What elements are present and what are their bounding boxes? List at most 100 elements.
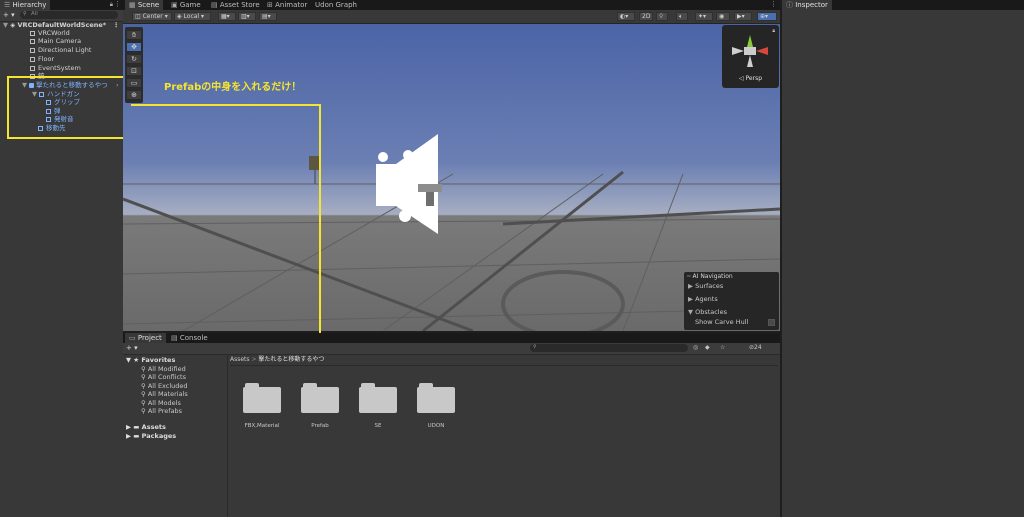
- favorite-item[interactable]: ⚲ All Excluded: [141, 382, 188, 390]
- favorites-header[interactable]: ▼ ★ Favorites: [126, 356, 175, 364]
- favorite-item[interactable]: ⚲ All Modified: [141, 365, 186, 373]
- pivot-dropdown[interactable]: ◫ Center ▾: [132, 12, 172, 21]
- hidden-packages-icon[interactable]: ⊘24: [749, 344, 762, 351]
- tab-console[interactable]: ▤ Console: [167, 333, 212, 343]
- search-icon: ⚲: [141, 407, 148, 415]
- create-asset-button[interactable]: + ▾: [126, 344, 138, 352]
- ai-nav-obstacles[interactable]: ▼ Obstacles: [688, 308, 727, 316]
- rotate-tool-button[interactable]: ↻: [127, 55, 141, 64]
- folder-icon: ▬: [133, 432, 142, 440]
- 2d-toggle[interactable]: 2D: [639, 12, 653, 21]
- annotation-text: Prefabの中身を入れるだけ！: [164, 82, 302, 93]
- gameobject-icon: [30, 31, 35, 36]
- space-dropdown[interactable]: ◈ Local ▾: [174, 12, 211, 21]
- project-tree: ▼ ★ Favorites ⚲ All Modified ⚲ All Confl…: [123, 355, 228, 517]
- gameobject-icon: [30, 57, 35, 62]
- lock-icon[interactable]: 🔒︎: [110, 1, 113, 9]
- search-by-type-icon[interactable]: ◎: [693, 344, 698, 351]
- tab-inspector[interactable]: ⓘ Inspector: [782, 0, 832, 10]
- search-icon: ⚲: [533, 344, 537, 350]
- gameobject-icon: [30, 39, 35, 44]
- incremental-snap-button[interactable]: ▤▾: [259, 12, 277, 21]
- hierarchy-item[interactable]: VRCWorld: [30, 29, 70, 37]
- packages-root[interactable]: ▶ ▬ Packages: [126, 432, 176, 440]
- lightbulb-icon: 💡︎: [659, 13, 664, 20]
- hierarchy-item[interactable]: Main Camera: [30, 37, 81, 45]
- camera-settings-button[interactable]: ▶▾: [734, 12, 752, 21]
- scale-icon: ⊡: [131, 67, 137, 75]
- project-search-input[interactable]: ⚲: [530, 344, 688, 352]
- scene-tabbar: ▦ Scene ▣ Game ▤ Asset Store ⊞ Animator …: [123, 0, 780, 10]
- search-by-label-icon[interactable]: ◆: [705, 344, 710, 351]
- tab-asset-store[interactable]: ▤ Asset Store: [207, 0, 264, 10]
- show-carve-hull-label: Show Carve Hull: [695, 318, 749, 326]
- axis-gizmo-icon: [732, 35, 768, 67]
- search-icon: ⚲: [23, 11, 27, 17]
- asset-store-icon: ▤: [211, 1, 220, 9]
- breadcrumb-assets[interactable]: Assets: [230, 356, 250, 363]
- favorite-item[interactable]: ⚲ All Conflicts: [141, 373, 186, 381]
- tab-udon-graph[interactable]: Udon Graph: [311, 0, 361, 10]
- tab-hierarchy[interactable]: ☰ Hierarchy: [0, 0, 51, 10]
- grid-snap-button[interactable]: ▦▾: [218, 12, 236, 21]
- ai-nav-surfaces[interactable]: ▶ Surfaces: [688, 282, 723, 290]
- game-icon: ▣: [171, 1, 180, 9]
- project-tabbar: ▭ Project ▤ Console: [123, 333, 780, 343]
- overlay-title: ═ AI Navigation: [687, 273, 733, 280]
- folder-label: UDON: [427, 423, 445, 429]
- assets-root[interactable]: ▶ ▬ Assets: [126, 423, 166, 431]
- folder-item[interactable]: [301, 381, 339, 413]
- tab-game[interactable]: ▣ Game: [167, 0, 205, 10]
- tab-scene[interactable]: ▦ Scene: [125, 0, 164, 10]
- gizmos-button[interactable]: ⊕▾: [757, 12, 777, 21]
- hierarchy-tabbar: ☰ Hierarchy 🔒︎ ⋮: [0, 0, 123, 10]
- orientation-gizmo[interactable]: 🔒︎ ◁ Persp: [722, 25, 779, 88]
- tools-overlay: ✋︎ ✥ ↻ ⊡ ▭ ⊕: [125, 27, 143, 103]
- speaker-icon: 🔈︎: [679, 13, 683, 20]
- audio-toggle[interactable]: 🔈︎: [676, 12, 688, 21]
- project-toolbar: + ▾ ⚲ ◎ ◆ ☆ ⊘24: [123, 343, 780, 355]
- search-icon: ⚲: [141, 399, 148, 407]
- breadcrumb-current[interactable]: 撃たれると移動するやつ: [258, 356, 324, 363]
- more-options-icon[interactable]: ⋮: [770, 0, 777, 8]
- eye-icon: ◉: [719, 13, 725, 20]
- hand-icon: ✋︎: [132, 31, 136, 39]
- scale-tool-button[interactable]: ⊡: [127, 67, 141, 76]
- shading-icon: ◐: [620, 13, 626, 20]
- lighting-toggle[interactable]: 💡︎: [656, 12, 668, 21]
- effects-toggle[interactable]: ✦▾: [695, 12, 713, 21]
- snap-increment-button[interactable]: ▥▾: [238, 12, 256, 21]
- ai-navigation-overlay: ═ AI Navigation ▶ Surfaces ▶ Agents ▼ Ob…: [684, 272, 779, 330]
- tab-animator[interactable]: ⊞ Animator: [263, 0, 311, 10]
- add-object-button[interactable]: + ▾: [3, 11, 15, 19]
- rect-tool-button[interactable]: ▭: [127, 79, 141, 88]
- ai-nav-agents[interactable]: ▶ Agents: [688, 295, 718, 303]
- favorite-item[interactable]: ⚲ All Materials: [141, 390, 188, 398]
- hierarchy-item[interactable]: Directional Light: [30, 46, 91, 54]
- folder-item[interactable]: [417, 381, 455, 413]
- show-carve-hull-checkbox[interactable]: [768, 319, 775, 326]
- save-search-icon[interactable]: ☆: [720, 344, 725, 351]
- annotation-highlight-box: [7, 76, 131, 139]
- scene-root-row[interactable]: ▼ ◈ VRCDefaultWorldScene* ⋮: [3, 21, 120, 29]
- hierarchy-search-input[interactable]: ⚲ All: [20, 11, 118, 19]
- more-options-icon[interactable]: ⋮: [114, 0, 121, 8]
- more-options-icon[interactable]: ⋮: [113, 21, 120, 29]
- snap-icon: ▥: [241, 13, 247, 20]
- folder-label: FBX,Material: [244, 423, 280, 429]
- grid-icon: ▦: [221, 13, 227, 20]
- camera-icon: ▶: [737, 13, 742, 20]
- hierarchy-item[interactable]: Floor: [30, 55, 54, 63]
- move-tool-button[interactable]: ✥: [127, 43, 141, 52]
- favorite-item[interactable]: ⚲ All Prefabs: [141, 407, 182, 415]
- gameobject-icon: [30, 66, 35, 71]
- favorite-item[interactable]: ⚲ All Models: [141, 399, 181, 407]
- folder-item[interactable]: [359, 381, 397, 413]
- tab-project[interactable]: ▭ Project: [125, 333, 166, 343]
- hidden-objects-toggle[interactable]: ◉: [716, 12, 730, 21]
- persp-label[interactable]: ◁ Persp: [739, 75, 762, 82]
- draw-mode-button[interactable]: ◐▾: [617, 12, 635, 21]
- hierarchy-item[interactable]: EventSystem: [30, 64, 81, 72]
- hand-tool-button[interactable]: ✋︎: [127, 31, 141, 40]
- folder-item[interactable]: [243, 381, 281, 413]
